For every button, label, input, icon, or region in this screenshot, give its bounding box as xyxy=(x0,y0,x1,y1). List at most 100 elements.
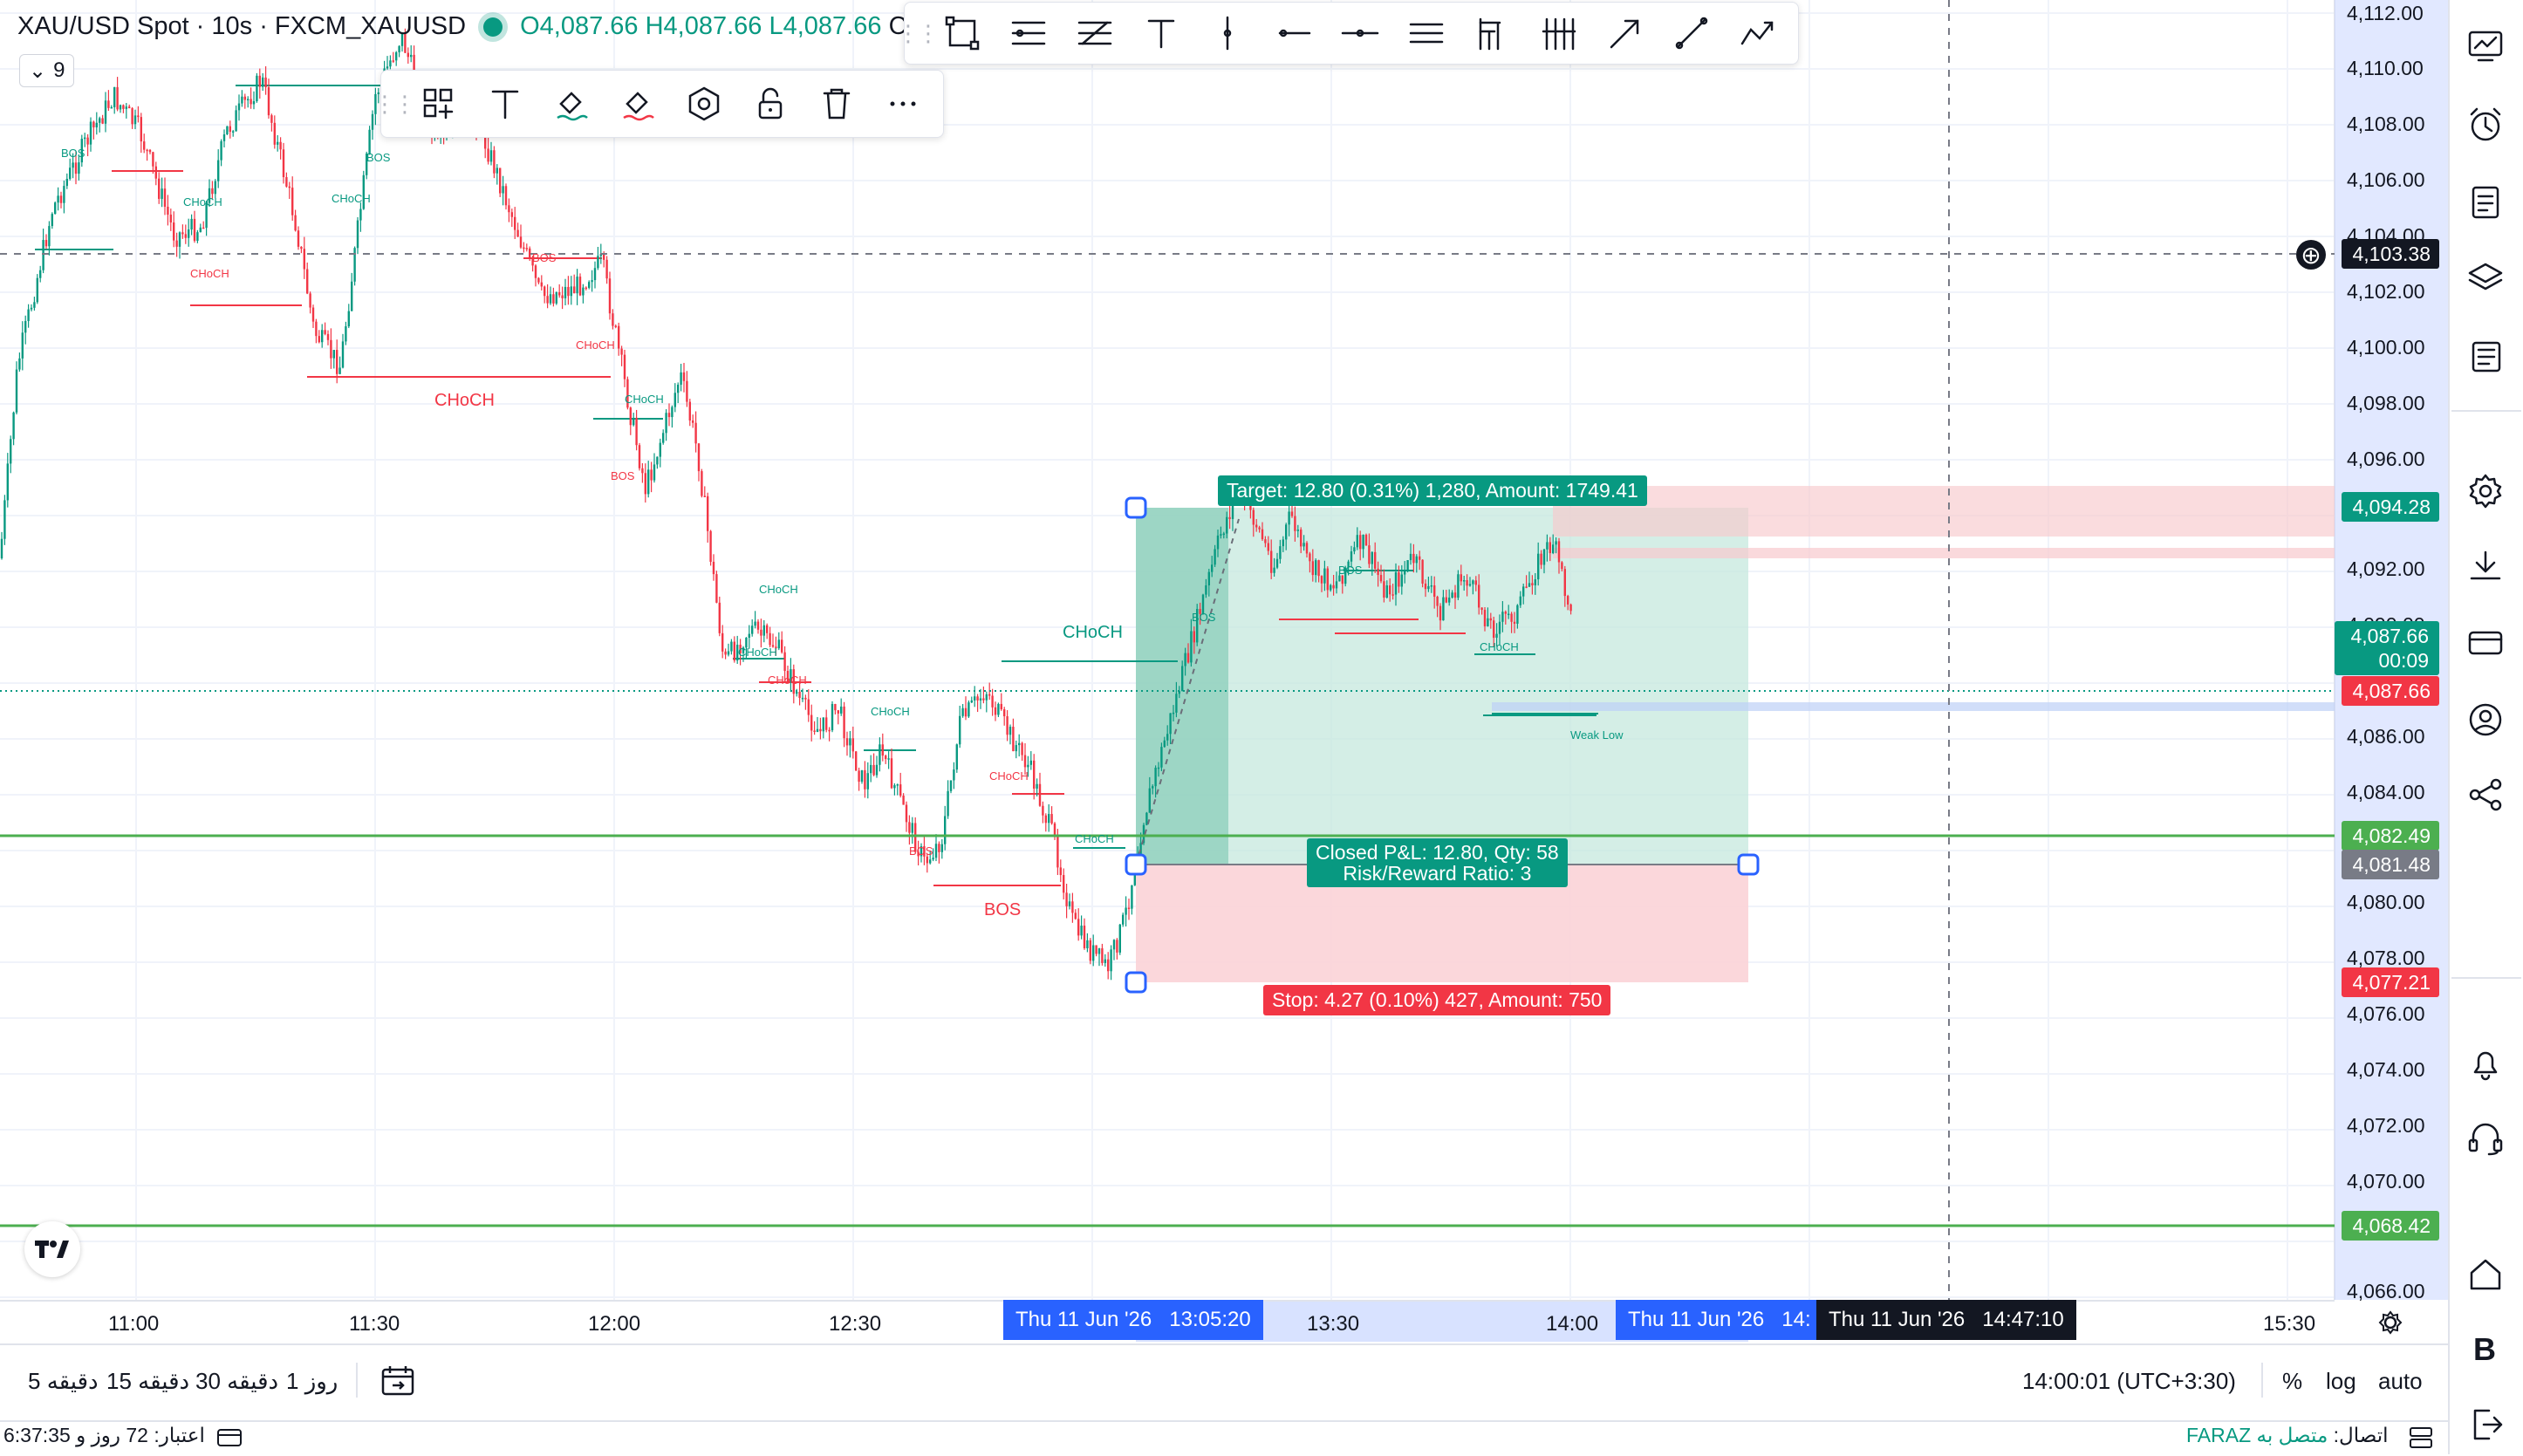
credit-status: اعتبار: 72 روز و 6:37:35 xyxy=(3,1424,205,1447)
alarm-icon[interactable] xyxy=(2465,105,2506,145)
stop-label[interactable]: Stop: 4.27 (0.10%) 427, Amount: 750 xyxy=(1263,985,1611,1015)
ray-icon[interactable] xyxy=(1261,5,1327,61)
pitchfork-icon[interactable] xyxy=(1460,5,1526,61)
symbol-title[interactable]: XAU/USD Spot · 10s · FXCM_XAUUSD xyxy=(17,12,466,41)
timeframe-30m[interactable]: 30 دقیقه xyxy=(195,1368,278,1395)
chart-settings-icon[interactable] xyxy=(2376,1309,2404,1336)
parallel-channel-icon[interactable] xyxy=(1393,5,1460,61)
range-start-date: Thu 11 Jun '26 xyxy=(1015,1308,1152,1331)
candle-body xyxy=(641,468,644,474)
candle-body xyxy=(3,500,6,539)
tradingview-logo-icon[interactable] xyxy=(24,1221,80,1277)
indicators-toggle[interactable]: ⌄ 9 xyxy=(19,54,75,87)
timeframe-5m[interactable]: 5 دقیقه xyxy=(28,1368,99,1395)
auto-scale-toggle[interactable]: auto xyxy=(2378,1368,2423,1395)
fill-color-icon[interactable] xyxy=(538,76,605,132)
candle-body xyxy=(1033,760,1036,789)
horizontal-line-icon[interactable] xyxy=(1327,5,1393,61)
line-color-icon[interactable] xyxy=(605,76,671,132)
percent-scale-toggle[interactable]: % xyxy=(2282,1368,2302,1395)
text-icon[interactable] xyxy=(472,76,538,132)
news-icon[interactable] xyxy=(2465,337,2506,377)
home-icon[interactable] xyxy=(2465,1254,2506,1295)
settings-icon[interactable] xyxy=(671,76,737,132)
rectangle-icon[interactable] xyxy=(929,5,995,61)
candle-body xyxy=(614,325,617,328)
candle-body xyxy=(125,106,127,109)
price-tick: 4,086.00 xyxy=(2347,725,2425,748)
server-icon xyxy=(2408,1425,2434,1450)
structure-label: BOS xyxy=(611,469,635,482)
bell-icon[interactable] xyxy=(2465,1043,2506,1083)
candle-body xyxy=(845,738,849,746)
candle-body xyxy=(1320,576,1323,584)
candle-body xyxy=(128,106,131,109)
candle-body xyxy=(692,420,694,423)
candle-body xyxy=(938,844,940,852)
fib-retracement-icon[interactable] xyxy=(1062,5,1128,61)
timeframe-15m[interactable]: 15 دقیقه xyxy=(106,1368,189,1395)
candle-body xyxy=(567,286,570,297)
calendar-icon[interactable] xyxy=(2465,181,2506,222)
candle-body xyxy=(564,286,567,298)
candle-body xyxy=(1181,666,1184,692)
timeframe-1d[interactable]: 1 روز xyxy=(286,1368,338,1395)
candle-body xyxy=(1549,542,1551,554)
fib-channel-icon[interactable] xyxy=(995,5,1062,61)
price-chart[interactable]: BOS BOS CHoCH CHoCH CHoCH BOS CHoCH CHoCH BOS CHo… xyxy=(0,0,2523,1454)
crosshair-clock: 14:47:10 xyxy=(1982,1308,2064,1331)
candle-body xyxy=(819,728,822,732)
settings-icon[interactable] xyxy=(2465,471,2506,511)
candle-body xyxy=(199,227,202,233)
watchlist-icon[interactable] xyxy=(2465,26,2506,66)
support-icon[interactable] xyxy=(2465,1118,2506,1159)
arrow-icon[interactable] xyxy=(1592,5,1658,61)
clock-timezone[interactable]: 14:00:01 (UTC+3:30) xyxy=(2022,1368,2236,1395)
candle-body xyxy=(635,417,638,446)
crosshair-add-icon[interactable]: ⊕ xyxy=(2296,240,2326,270)
log-scale-toggle[interactable]: log xyxy=(2326,1368,2356,1395)
vertical-line-icon[interactable] xyxy=(1194,5,1261,61)
candle-body xyxy=(1282,539,1284,547)
candle-body xyxy=(887,758,890,760)
candle-body xyxy=(496,167,498,174)
candle-body xyxy=(855,751,858,771)
trash-icon[interactable] xyxy=(803,76,870,132)
candle-body xyxy=(1525,586,1528,588)
candle-body xyxy=(1012,727,1015,752)
text-icon[interactable] xyxy=(1128,5,1194,61)
more-icon[interactable] xyxy=(870,76,936,132)
candle-body xyxy=(976,696,979,701)
broker-b-icon[interactable]: B xyxy=(2465,1328,2506,1368)
wallet-icon[interactable] xyxy=(2465,623,2506,663)
candle-body xyxy=(1323,568,1326,584)
drag-handle-icon[interactable]: ⋮⋮ xyxy=(897,5,940,61)
layers-icon[interactable] xyxy=(2465,258,2506,298)
logout-icon[interactable] xyxy=(2465,1405,2506,1445)
candle-body xyxy=(1430,585,1432,587)
candle-body xyxy=(1498,621,1501,634)
candle-body xyxy=(638,445,641,468)
candle-body xyxy=(570,286,572,297)
long-position-icon[interactable] xyxy=(1526,5,1592,61)
candle-body xyxy=(1409,553,1412,561)
download-icon[interactable] xyxy=(2465,546,2506,586)
candle-body xyxy=(902,796,905,805)
candle-body xyxy=(864,769,866,790)
pnl-label[interactable]: Closed P&L: 12.80, Qty: 58 Risk/Reward R… xyxy=(1307,838,1568,887)
candle-body xyxy=(6,463,9,501)
share-icon[interactable] xyxy=(2465,775,2506,815)
trend-line-icon[interactable] xyxy=(1658,5,1725,61)
drag-handle-icon[interactable]: ⋮⋮ xyxy=(373,76,416,132)
candle-body xyxy=(1193,631,1195,643)
candle-body xyxy=(89,121,92,145)
path-icon[interactable] xyxy=(1725,5,1791,61)
date-range-icon[interactable] xyxy=(380,1364,417,1398)
lock-icon[interactable] xyxy=(737,76,803,132)
account-icon[interactable] xyxy=(2465,700,2506,740)
candle-body xyxy=(516,229,519,237)
target-label[interactable]: Target: 12.80 (0.31%) 1,280, Amount: 174… xyxy=(1218,475,1647,506)
template-icon[interactable] xyxy=(406,76,472,132)
candle-body xyxy=(1448,597,1451,603)
object-toolbar: ⋮⋮ xyxy=(373,70,944,138)
